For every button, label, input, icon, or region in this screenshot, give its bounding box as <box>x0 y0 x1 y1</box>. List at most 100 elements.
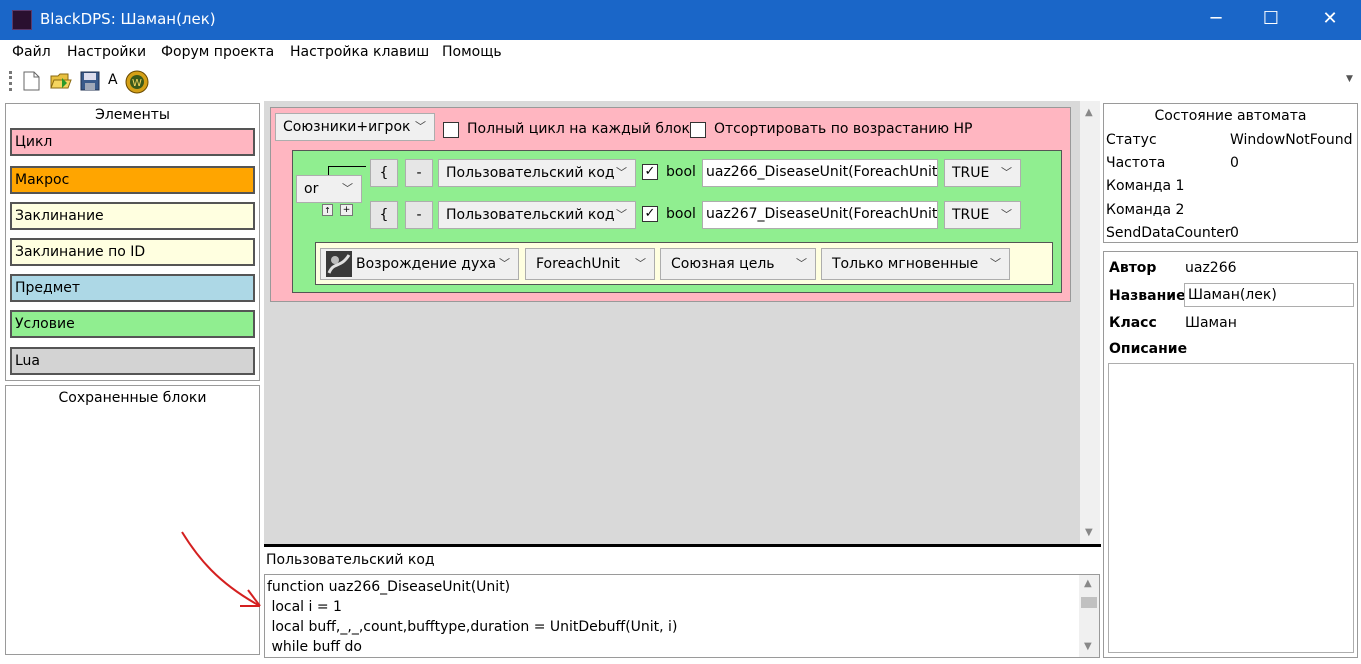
remove-condition-button[interactable]: - <box>405 201 433 229</box>
class-value: Шаман <box>1185 315 1237 331</box>
unit-dropdown[interactable]: ForeachUnit ﹀ <box>525 248 655 280</box>
full-cycle-label: Полный цикл на каждый блок <box>467 121 690 137</box>
chevron-down-icon: ﹀ <box>616 166 627 179</box>
element-spell-by-id[interactable]: Заклинание по ID <box>10 238 255 266</box>
code-editor[interactable]: function uaz266_DiseaseUnit(Unit) local … <box>264 574 1100 658</box>
condition-type-value: Пользовательский код <box>446 207 615 223</box>
result-dropdown[interactable]: TRUE ﹀ <box>944 159 1021 187</box>
send-counter-value: 0 <box>1230 225 1239 241</box>
minimize-button[interactable]: ─ <box>1191 0 1241 40</box>
element-spell[interactable]: Заклинание <box>10 202 255 230</box>
scroll-up-icon[interactable]: ▲ <box>1085 107 1093 118</box>
bool-label: bool <box>666 206 696 222</box>
chevron-down-icon: ﹀ <box>1001 166 1012 179</box>
menu-hotkeys[interactable]: Настройка клавиш <box>290 44 429 60</box>
elements-title: Элементы <box>95 107 170 123</box>
name-input[interactable]: Шаман(лек) <box>1184 283 1354 307</box>
connector-line <box>328 166 366 167</box>
author-label: Автор <box>1109 260 1157 276</box>
result-value: TRUE <box>952 165 990 181</box>
editor-scrollbar[interactable]: ▲ ▼ <box>1080 101 1100 544</box>
title-bar: BlackDPS: Шаман(лек) ─ ☐ ✕ <box>0 0 1361 40</box>
status-value: WindowNotFound <box>1230 132 1353 148</box>
send-counter-label: SendDataCounter <box>1106 225 1231 241</box>
scroll-up-icon[interactable]: ▲ <box>1084 578 1092 589</box>
chevron-down-icon: ﹀ <box>342 182 353 195</box>
name-label: Название <box>1109 288 1186 304</box>
scroll-down-icon[interactable]: ▼ <box>1084 641 1092 652</box>
code-line: while buff do <box>267 639 362 655</box>
or-dropdown[interactable]: or ﹀ <box>296 175 362 203</box>
chevron-down-icon: ﹀ <box>635 257 646 270</box>
cast-mode-value: Только мгновенные <box>832 256 979 272</box>
add-condition-icon[interactable]: + <box>340 204 353 216</box>
status-label: Статус <box>1106 132 1157 148</box>
condition-type-dropdown[interactable]: Пользовательский код ﹀ <box>438 159 636 187</box>
spell-icon <box>326 251 352 277</box>
menu-help[interactable]: Помощь <box>442 44 502 60</box>
toolbar-grip <box>9 71 12 91</box>
close-button[interactable]: ✕ <box>1305 0 1355 40</box>
remove-condition-button[interactable]: - <box>405 159 433 187</box>
toolbar-overflow-icon[interactable]: ▼ <box>1346 74 1353 84</box>
scroll-thumb[interactable] <box>1081 597 1097 608</box>
menu-settings[interactable]: Настройки <box>67 44 146 60</box>
element-label: Предмет <box>15 280 81 296</box>
saved-blocks-title: Сохраненные блоки <box>58 390 207 406</box>
font-icon[interactable]: A <box>108 72 118 88</box>
automaton-title: Состояние автомата <box>1154 108 1307 124</box>
command2-label: Команда 2 <box>1106 202 1185 218</box>
element-label: Lua <box>15 353 41 369</box>
or-dropdown-value: or <box>304 181 319 197</box>
open-folder-icon[interactable] <box>50 71 72 91</box>
description-label: Описание <box>1109 341 1188 357</box>
class-label: Класс <box>1109 315 1157 331</box>
condition-checkbox[interactable]: ✓ <box>642 206 658 222</box>
menu-forum[interactable]: Форум проекта <box>161 44 274 60</box>
sort-hp-checkbox[interactable] <box>690 122 706 138</box>
maximize-button[interactable]: ☐ <box>1246 0 1296 40</box>
element-item[interactable]: Предмет <box>10 274 255 302</box>
menu-bar: Файл Настройки Форум проекта Настройка к… <box>0 40 1361 66</box>
brace-button[interactable]: { <box>370 159 398 187</box>
automaton-panel: Состояние автомата Статус WindowNotFound… <box>1103 103 1358 243</box>
menu-file[interactable]: Файл <box>12 44 51 60</box>
code-line: local buff,_,_,count,bufftype,duration =… <box>267 619 678 635</box>
target-type-value: Союзная цель <box>671 256 775 272</box>
element-label: Цикл <box>15 134 53 150</box>
save-icon[interactable] <box>80 71 100 91</box>
scroll-down-icon[interactable]: ▼ <box>1085 527 1093 538</box>
spell-value: Возрождение духа <box>356 256 497 272</box>
annotation-arrow-icon <box>181 531 261 607</box>
frequency-label: Частота <box>1106 155 1166 171</box>
element-loop[interactable]: Цикл <box>10 128 255 156</box>
target-dropdown[interactable]: Союзники+игрок ﹀ <box>275 113 435 141</box>
full-cycle-checkbox[interactable] <box>443 122 459 138</box>
code-line: local i = 1 <box>267 599 342 615</box>
code-scrollbar[interactable]: ▲ ▼ <box>1079 575 1099 657</box>
new-file-icon[interactable] <box>22 71 40 91</box>
move-up-icon[interactable]: ↑ <box>322 204 333 216</box>
svg-text:W: W <box>132 78 142 89</box>
wow-icon[interactable]: W <box>125 70 149 94</box>
splitter[interactable] <box>264 544 1101 547</box>
brace-button[interactable]: { <box>370 201 398 229</box>
author-value: uaz266 <box>1185 260 1237 276</box>
element-label: Заклинание <box>15 208 104 224</box>
target-type-dropdown[interactable]: Союзная цель ﹀ <box>660 248 816 280</box>
condition-code-input[interactable]: uaz266_DiseaseUnit(ForeachUnit) <box>702 159 938 187</box>
condition-code-input[interactable]: uaz267_DiseaseUnit(ForeachUnit) <box>702 201 938 229</box>
chevron-down-icon: ﹀ <box>1001 208 1012 221</box>
unit-value: ForeachUnit <box>536 256 620 272</box>
element-condition[interactable]: Условие <box>10 310 255 338</box>
element-macro[interactable]: Макрос <box>10 166 255 194</box>
condition-checkbox[interactable]: ✓ <box>642 164 658 180</box>
result-dropdown[interactable]: TRUE ﹀ <box>944 201 1021 229</box>
condition-type-dropdown[interactable]: Пользовательский код ﹀ <box>438 201 636 229</box>
cast-mode-dropdown[interactable]: Только мгновенные ﹀ <box>821 248 1010 280</box>
element-lua[interactable]: Lua <box>10 347 255 375</box>
saved-blocks-panel[interactable]: Сохраненные блоки <box>5 385 260 655</box>
chevron-down-icon: ﹀ <box>499 257 510 270</box>
description-input[interactable] <box>1108 363 1354 653</box>
condition-type-value: Пользовательский код <box>446 165 615 181</box>
